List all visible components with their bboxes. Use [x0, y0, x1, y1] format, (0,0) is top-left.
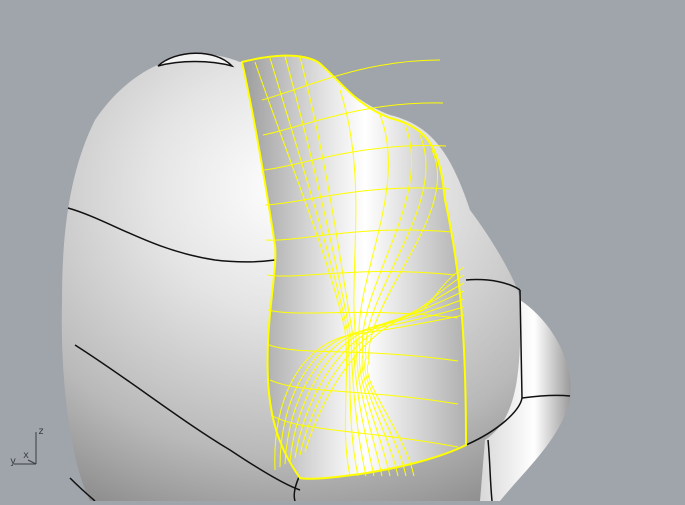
3d-viewport[interactable]: z y x — [0, 0, 685, 502]
model-render — [61, 52, 571, 502]
axis-z-label: z — [38, 426, 45, 437]
axis-y-label: y — [10, 456, 17, 467]
axis-lines — [14, 432, 37, 465]
selected-surface[interactable] — [240, 54, 468, 480]
axis-x-label: x — [23, 450, 30, 461]
